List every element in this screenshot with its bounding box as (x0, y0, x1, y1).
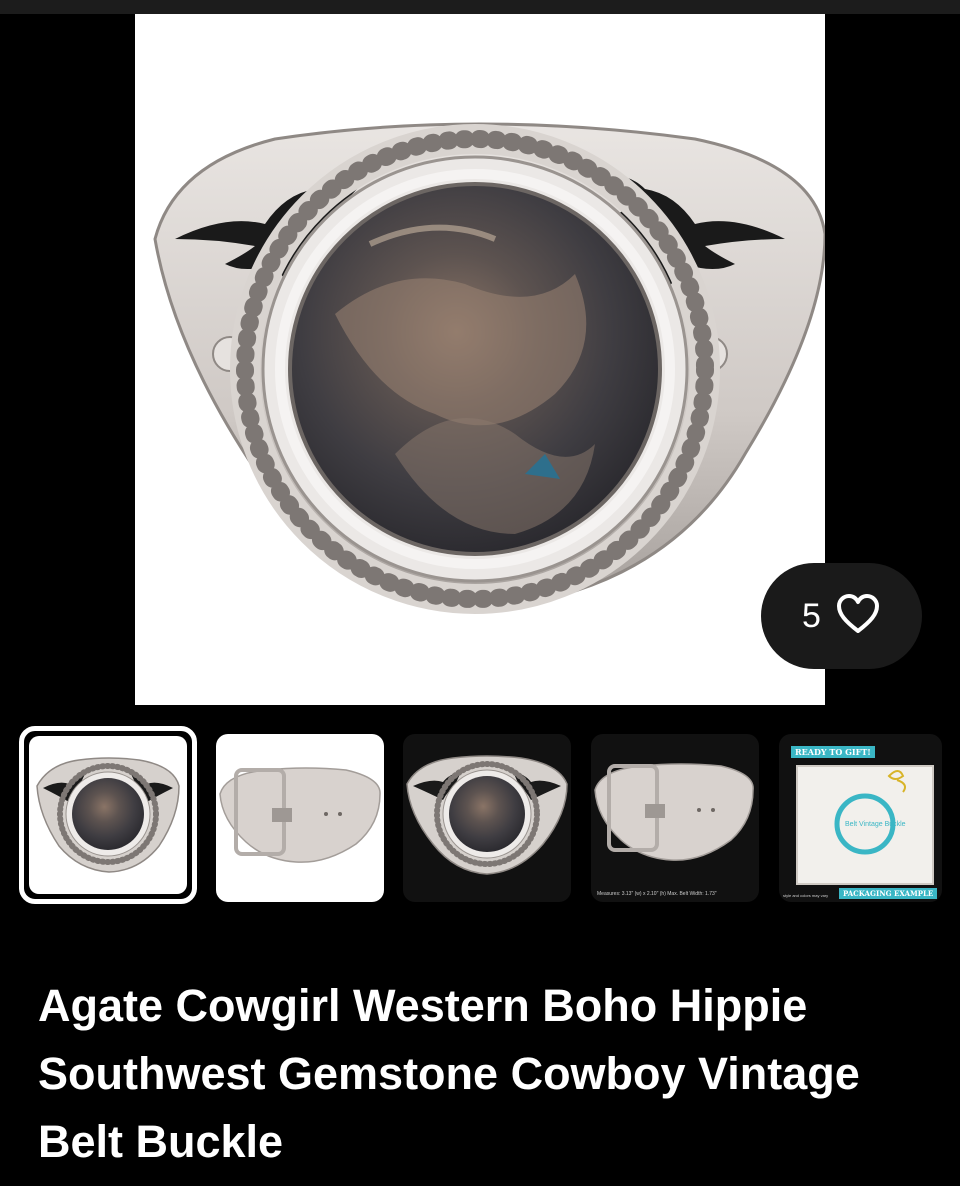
main-product-image[interactable] (135, 14, 825, 705)
thumbnail-gift-packaging[interactable]: READY TO GIFT! Belt Vintage Buckle style… (779, 734, 942, 902)
thumbnail-buckle-front-dark[interactable] (403, 734, 571, 902)
packaging-example-label: PACKAGING EXAMPLE (839, 888, 938, 899)
favorite-button[interactable]: 5 (761, 563, 922, 669)
thumbnail-buckle-front[interactable] (19, 726, 197, 904)
status-bar (0, 0, 960, 14)
gift-label: READY TO GIFT! (791, 746, 875, 758)
measurements-caption: Measures: 3.13" (w) x 2.10" (h) Max. Bel… (597, 891, 717, 897)
heart-outline-icon (835, 593, 881, 640)
thumbnail-buckle-back-measurements[interactable]: Measures: 3.13" (w) x 2.10" (h) Max. Bel… (591, 734, 759, 902)
gift-box-label: Belt Vintage Buckle (845, 821, 906, 828)
favorite-count: 5 (802, 596, 821, 635)
thumbnail-strip: Measures: 3.13" (w) x 2.10" (h) Max. Bel… (0, 722, 960, 914)
gift-note: style and colors may vary (783, 893, 829, 898)
thumbnail-buckle-back[interactable] (216, 734, 384, 902)
product-title: Agate Cowgirl Western Boho Hippie Southw… (38, 980, 860, 1167)
